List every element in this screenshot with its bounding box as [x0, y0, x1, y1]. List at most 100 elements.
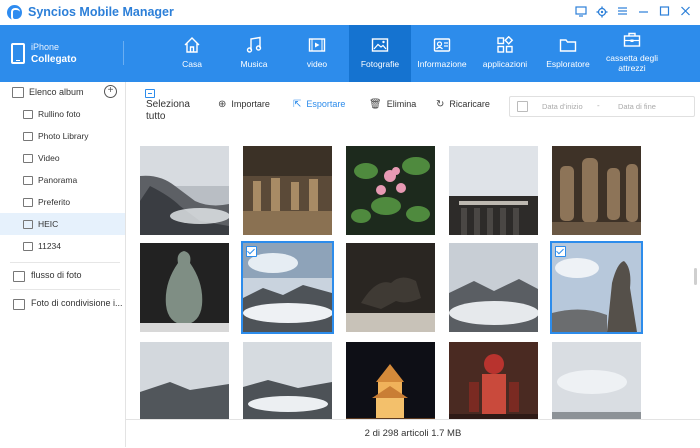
photo-thumbnail[interactable]	[449, 146, 538, 235]
export-button[interactable]: ⇱ Esportare	[293, 99, 345, 110]
sidebar-item-label: Foto di condivisione i...	[31, 298, 123, 308]
title-bar: Syncios Mobile Manager	[0, 0, 700, 25]
sidebar-item-video[interactable]: Video	[0, 147, 125, 169]
selected-checkbox[interactable]	[555, 246, 566, 257]
tab-label: Informazione	[417, 59, 467, 69]
menu-icon[interactable]	[616, 6, 629, 19]
tab-label: cassetta degli attrezzi	[606, 53, 658, 73]
gear-icon[interactable]	[595, 6, 608, 19]
apps-icon	[497, 36, 514, 53]
photo-thumbnail[interactable]	[140, 243, 229, 332]
tab-musica[interactable]: Musica	[223, 25, 285, 82]
photo-thumbnail[interactable]	[140, 342, 229, 419]
device-panel[interactable]: iPhone Collegato	[0, 25, 123, 82]
add-album-icon[interactable]: +	[104, 85, 117, 98]
photo-thumbnail[interactable]	[346, 146, 435, 235]
device-status: Collegato	[31, 54, 77, 65]
tab-label: Casa	[182, 59, 202, 69]
tab-label: Esploratore	[546, 59, 590, 69]
sidebar-divider	[10, 289, 120, 290]
photo-thumbnail[interactable]	[140, 146, 229, 235]
sidebar-item-foto-di-condivisione[interactable]: Foto di condivisione i...	[0, 293, 125, 315]
music-icon	[246, 36, 262, 53]
tab-video[interactable]: video	[286, 25, 348, 82]
photo-thumbnail[interactable]	[552, 342, 641, 419]
selected-checkbox[interactable]	[246, 246, 257, 257]
photo-thumbnail[interactable]	[243, 342, 332, 419]
shared-photos-icon	[13, 299, 25, 310]
album-sidebar: Elenco album + Rullino foto Photo Librar…	[0, 82, 126, 447]
album-icon	[23, 242, 33, 251]
photo-thumbnail[interactable]	[346, 243, 435, 332]
select-all-label[interactable]: Seleziona tutto	[146, 99, 206, 123]
screen-icon[interactable]	[574, 6, 587, 19]
refresh-icon: ↻	[436, 99, 445, 110]
photo-thumbnail-selected[interactable]	[550, 241, 643, 334]
reload-button[interactable]: ↻ Ricaricare	[436, 99, 490, 110]
photo-thumbnail[interactable]	[346, 342, 435, 419]
sidebar-item-label: Panorama	[38, 175, 78, 185]
sidebar-item-photo-library[interactable]: Photo Library	[0, 125, 125, 147]
sidebar-item-label: Rullino foto	[38, 109, 81, 119]
album-icon	[23, 198, 33, 207]
phone-icon	[11, 43, 25, 64]
tab-fotografie[interactable]: Fotografie	[349, 25, 411, 82]
toolbox-icon	[623, 32, 641, 47]
tab-informazione[interactable]: Informazione	[411, 25, 473, 82]
import-button[interactable]: ⊕ Importare	[218, 99, 270, 110]
sidebar-item-rullino-foto[interactable]: Rullino foto	[0, 103, 125, 125]
grid-scrollbar[interactable]	[692, 127, 700, 419]
date-end-field[interactable]: Data di fine	[618, 102, 656, 111]
photo-stream-icon	[13, 271, 25, 282]
calendar-icon	[517, 101, 528, 112]
minimize-icon[interactable]	[637, 6, 650, 19]
photo-thumbnail[interactable]	[243, 146, 332, 235]
tab-cassetta-degli-attrezzi[interactable]: cassetta degli attrezzi	[599, 25, 665, 82]
import-label: Importare	[231, 99, 270, 109]
tab-casa[interactable]: Casa	[161, 25, 223, 82]
sidebar-item-label: HEIC	[38, 219, 59, 229]
app-logo-icon	[7, 5, 22, 21]
select-all-checkbox[interactable]	[145, 89, 155, 98]
device-name: iPhone	[31, 42, 60, 52]
folder-icon	[559, 39, 577, 52]
sidebar-item-preferito[interactable]: Preferito	[0, 191, 125, 213]
album-icon	[23, 220, 33, 229]
tab-applicazioni[interactable]: applicazioni	[474, 25, 536, 82]
app-title: Syncios Mobile Manager	[28, 5, 174, 19]
sidebar-item-heic[interactable]: HEIC	[0, 213, 125, 235]
video-icon	[308, 38, 326, 52]
status-bar: 2 di 298 articoli 1.7 MB	[126, 419, 700, 448]
album-list-title: Elenco album	[29, 87, 84, 97]
export-icon: ⇱	[293, 99, 302, 110]
date-range-filter[interactable]: Data d'inizio - Data di fine	[509, 96, 695, 117]
tab-esploratore[interactable]: Esploratore	[537, 25, 599, 82]
video-album-icon	[23, 154, 33, 163]
contact-card-icon	[433, 38, 451, 52]
sidebar-divider	[10, 262, 120, 263]
photo-thumbnail[interactable]	[449, 342, 538, 419]
photo-icon	[371, 38, 389, 52]
export-label: Esportare	[306, 99, 346, 109]
album-icon	[23, 110, 33, 119]
delete-label: Elimina	[386, 99, 417, 109]
tab-label: applicazioni	[482, 59, 528, 69]
delete-button[interactable]: 🗑 Elimina	[369, 99, 416, 110]
maximize-icon[interactable]	[658, 6, 671, 19]
sidebar-item-label: 11234	[38, 241, 62, 251]
photo-thumbnail-selected[interactable]	[241, 241, 334, 334]
scrollbar-thumb[interactable]	[694, 268, 697, 285]
sidebar-item-panorama[interactable]: Panorama	[0, 169, 125, 191]
nav-divider	[123, 41, 124, 65]
album-list-header[interactable]: Elenco album +	[0, 82, 125, 102]
close-icon[interactable]	[679, 6, 692, 19]
sidebar-item-11234[interactable]: 11234	[0, 235, 125, 257]
photo-thumbnail[interactable]	[449, 243, 538, 332]
photo-thumbnail[interactable]	[552, 146, 641, 235]
sidebar-item-label: Photo Library	[38, 131, 89, 141]
sidebar-item-label: Video	[38, 153, 60, 163]
status-text: 2 di 298 articoli 1.7 MB	[364, 428, 462, 439]
date-start-field[interactable]: Data d'inizio	[542, 102, 583, 111]
photo-toolbar: Seleziona tutto ⊕ Importare ⇱ Esportare 🗑 E…	[126, 82, 700, 127]
sidebar-item-flusso-di-foto[interactable]: flusso di foto	[0, 265, 125, 287]
